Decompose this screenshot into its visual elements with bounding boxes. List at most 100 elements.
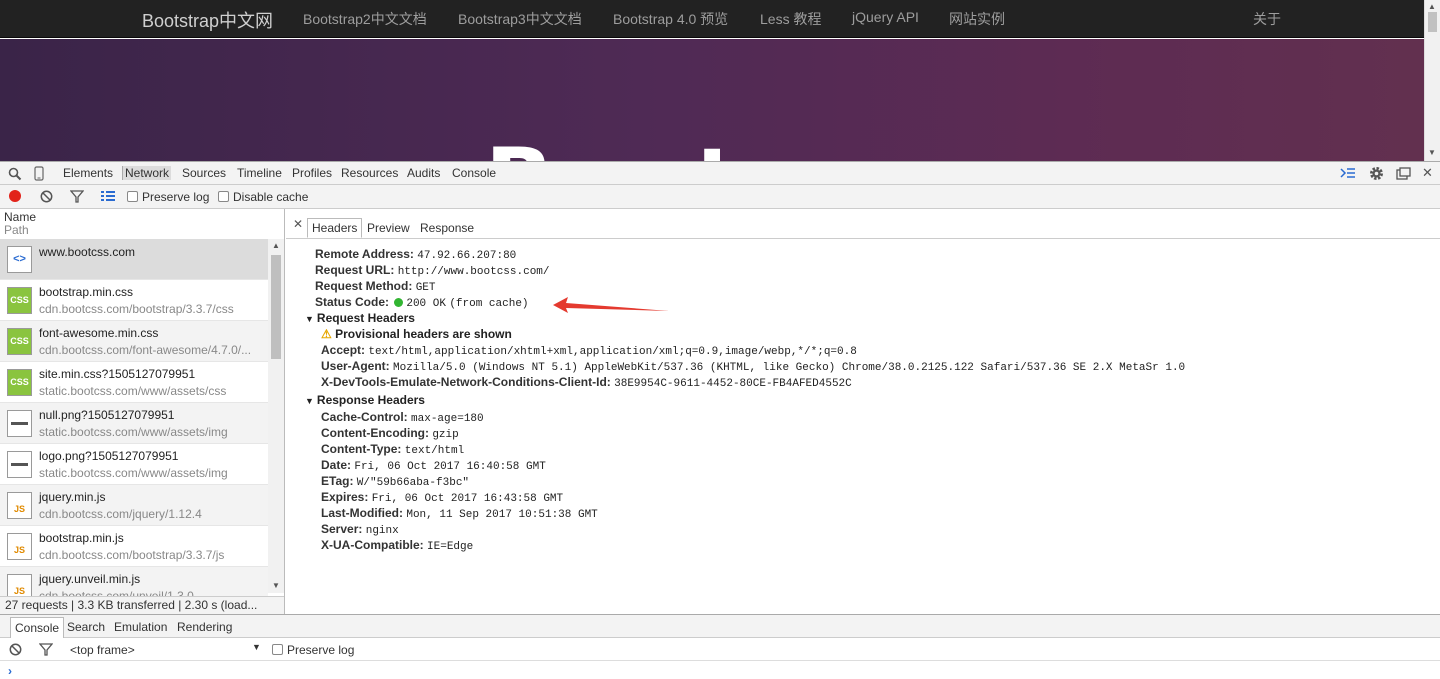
tab-response[interactable]: Response bbox=[420, 221, 474, 235]
nav-link-bs4[interactable]: Bootstrap 4.0 预览 bbox=[613, 9, 728, 29]
request-name: jquery.unveil.min.js bbox=[39, 572, 141, 586]
request-row[interactable]: logo.png?1505127079951 static.bootcss.co… bbox=[0, 444, 268, 485]
scroll-thumb[interactable] bbox=[1428, 12, 1437, 32]
request-list-scrollbar[interactable]: ▲ ▼ bbox=[268, 239, 284, 593]
request-header-row: User-Agent: Mozilla/5.0 (Windows NT 5.1)… bbox=[321, 359, 1185, 374]
page-scrollbar[interactable]: ▲ ▼ bbox=[1424, 0, 1440, 161]
js-file-icon: JS bbox=[7, 492, 32, 519]
tab-console[interactable]: Console bbox=[452, 166, 496, 180]
header-key: Content-Encoding: bbox=[321, 426, 429, 440]
header-value: IE=Edge bbox=[427, 541, 474, 553]
warning-icon: ⚠ bbox=[321, 327, 332, 341]
request-list: Name Path <> www.bootcss.com CSS bootstr… bbox=[0, 209, 285, 614]
header-key: X-UA-Compatible: bbox=[321, 538, 424, 552]
tab-resources[interactable]: Resources bbox=[341, 166, 398, 180]
devtools-tabbar: Elements Network Sources Timeline Profil… bbox=[0, 161, 1440, 185]
scroll-thumb[interactable] bbox=[271, 255, 281, 359]
disable-cache-checkbox[interactable] bbox=[218, 191, 229, 202]
request-row[interactable]: CSS font-awesome.min.css cdn.bootcss.com… bbox=[0, 321, 268, 362]
scroll-up-icon[interactable]: ▲ bbox=[1428, 2, 1436, 11]
request-details: ✕ Headers Preview Response Remote Addres… bbox=[286, 209, 1440, 614]
request-headers-toggle[interactable]: ▼ Request Headers bbox=[305, 311, 415, 325]
tab-profiles[interactable]: Profiles bbox=[292, 166, 332, 180]
tab-timeline[interactable]: Timeline bbox=[237, 166, 282, 180]
header-value: http://www.bootcss.com/ bbox=[397, 266, 550, 278]
header-value: Mon, 11 Sep 2017 10:51:38 GMT bbox=[406, 509, 598, 521]
close-devtools-icon[interactable]: ✕ bbox=[1422, 165, 1433, 181]
preserve-log-checkbox[interactable] bbox=[127, 191, 138, 202]
request-path: static.bootcss.com/www/assets/img bbox=[39, 466, 228, 480]
drawer-tab-search[interactable]: Search bbox=[67, 620, 105, 634]
request-row[interactable]: CSS site.min.css?1505127079951 static.bo… bbox=[0, 362, 268, 403]
settings-gear-icon[interactable] bbox=[1368, 165, 1385, 182]
clear-icon[interactable] bbox=[40, 190, 53, 203]
request-path: static.bootcss.com/www/assets/img bbox=[39, 425, 228, 439]
request-row[interactable]: <> www.bootcss.com bbox=[0, 239, 268, 280]
search-icon[interactable] bbox=[8, 167, 22, 181]
network-summary: 27 requests | 3.3 KB transferred | 2.30 … bbox=[0, 596, 284, 614]
request-list-header[interactable]: Name Path bbox=[0, 209, 284, 239]
tab-headers[interactable]: Headers bbox=[307, 218, 363, 238]
nav-link-bs2[interactable]: Bootstrap2中文文档 bbox=[303, 9, 427, 29]
tab-elements[interactable]: Elements bbox=[63, 166, 113, 180]
list-view-icon[interactable] bbox=[101, 190, 115, 202]
tab-sources[interactable]: Sources bbox=[182, 166, 226, 180]
response-header-row: Last-Modified: Mon, 11 Sep 2017 10:51:38… bbox=[321, 506, 598, 521]
nav-link-less[interactable]: Less 教程 bbox=[760, 9, 821, 29]
nav-link-jquery[interactable]: jQuery API bbox=[852, 9, 919, 25]
record-icon[interactable] bbox=[9, 190, 21, 202]
response-headers-toggle[interactable]: ▼ Response Headers bbox=[305, 393, 425, 407]
drawer-tab-emulation[interactable]: Emulation bbox=[114, 620, 167, 634]
nav-link-bs3[interactable]: Bootstrap3中文文档 bbox=[458, 9, 582, 29]
dock-side-icon[interactable] bbox=[1396, 167, 1411, 180]
response-header-row: Server: nginx bbox=[321, 522, 399, 537]
dropdown-arrow-icon[interactable]: ▼ bbox=[252, 642, 261, 652]
scroll-down-icon[interactable]: ▼ bbox=[272, 581, 280, 590]
scroll-down-icon[interactable]: ▼ bbox=[1428, 148, 1436, 157]
header-key: Cache-Control: bbox=[321, 410, 408, 424]
console-preserve-log-label: Preserve log bbox=[287, 643, 355, 657]
request-row[interactable]: null.png?1505127079951 static.bootcss.co… bbox=[0, 403, 268, 444]
console-preserve-log-checkbox[interactable] bbox=[272, 644, 283, 655]
request-row[interactable]: JS bootstrap.min.js cdn.bootcss.com/boot… bbox=[0, 526, 268, 567]
css-file-icon: CSS bbox=[7, 369, 32, 396]
annotation-arrow-icon bbox=[553, 297, 669, 313]
filter-icon[interactable] bbox=[70, 190, 84, 203]
header-key: Remote Address: bbox=[315, 247, 414, 261]
frame-select[interactable]: <top frame> bbox=[70, 643, 135, 657]
clear-console-icon[interactable] bbox=[9, 643, 22, 656]
site-hero: Boot bbox=[0, 39, 1424, 161]
nav-link-about[interactable]: 关于 bbox=[1253, 9, 1281, 29]
section-title: Response Headers bbox=[316, 393, 425, 407]
header-key: User-Agent: bbox=[321, 359, 390, 373]
column-path: Path bbox=[4, 223, 29, 237]
show-drawer-icon[interactable] bbox=[1340, 167, 1356, 180]
header-key: ETag: bbox=[321, 474, 354, 488]
tab-audits[interactable]: Audits bbox=[407, 166, 440, 180]
drawer-tabbar: Console Search Emulation Rendering bbox=[0, 614, 1440, 638]
nav-link-examples[interactable]: 网站实例 bbox=[949, 9, 1005, 29]
section-title: Request Headers bbox=[316, 311, 415, 325]
site-brand[interactable]: Bootstrap中文网 bbox=[142, 7, 273, 33]
close-details-icon[interactable]: ✕ bbox=[293, 217, 303, 231]
request-path: static.bootcss.com/www/assets/css bbox=[39, 384, 227, 398]
request-name: font-awesome.min.css bbox=[39, 326, 159, 340]
header-value: text/html bbox=[404, 445, 465, 457]
header-key: Accept: bbox=[321, 343, 366, 357]
header-value: gzip bbox=[432, 429, 459, 441]
request-row[interactable]: CSS bootstrap.min.css cdn.bootcss.com/bo… bbox=[0, 280, 268, 321]
column-name[interactable]: Name bbox=[4, 210, 36, 224]
drawer-tab-console[interactable]: Console bbox=[10, 617, 65, 638]
request-name: jquery.min.js bbox=[39, 490, 106, 504]
console-prompt[interactable]: › bbox=[8, 664, 12, 678]
tab-network[interactable]: Network bbox=[122, 166, 172, 180]
console-filter-icon[interactable] bbox=[39, 643, 53, 656]
drawer-tab-rendering[interactable]: Rendering bbox=[177, 620, 232, 634]
scroll-up-icon[interactable]: ▲ bbox=[272, 241, 280, 250]
device-mode-icon[interactable] bbox=[34, 166, 44, 181]
request-row[interactable]: JS jquery.min.js cdn.bootcss.com/jquery/… bbox=[0, 485, 268, 526]
response-header-row: Cache-Control: max-age=180 bbox=[321, 410, 484, 425]
header-value: W/"59b66aba-f3bc" bbox=[356, 477, 470, 489]
header-value: max-age=180 bbox=[411, 413, 484, 425]
tab-preview[interactable]: Preview bbox=[367, 221, 410, 235]
